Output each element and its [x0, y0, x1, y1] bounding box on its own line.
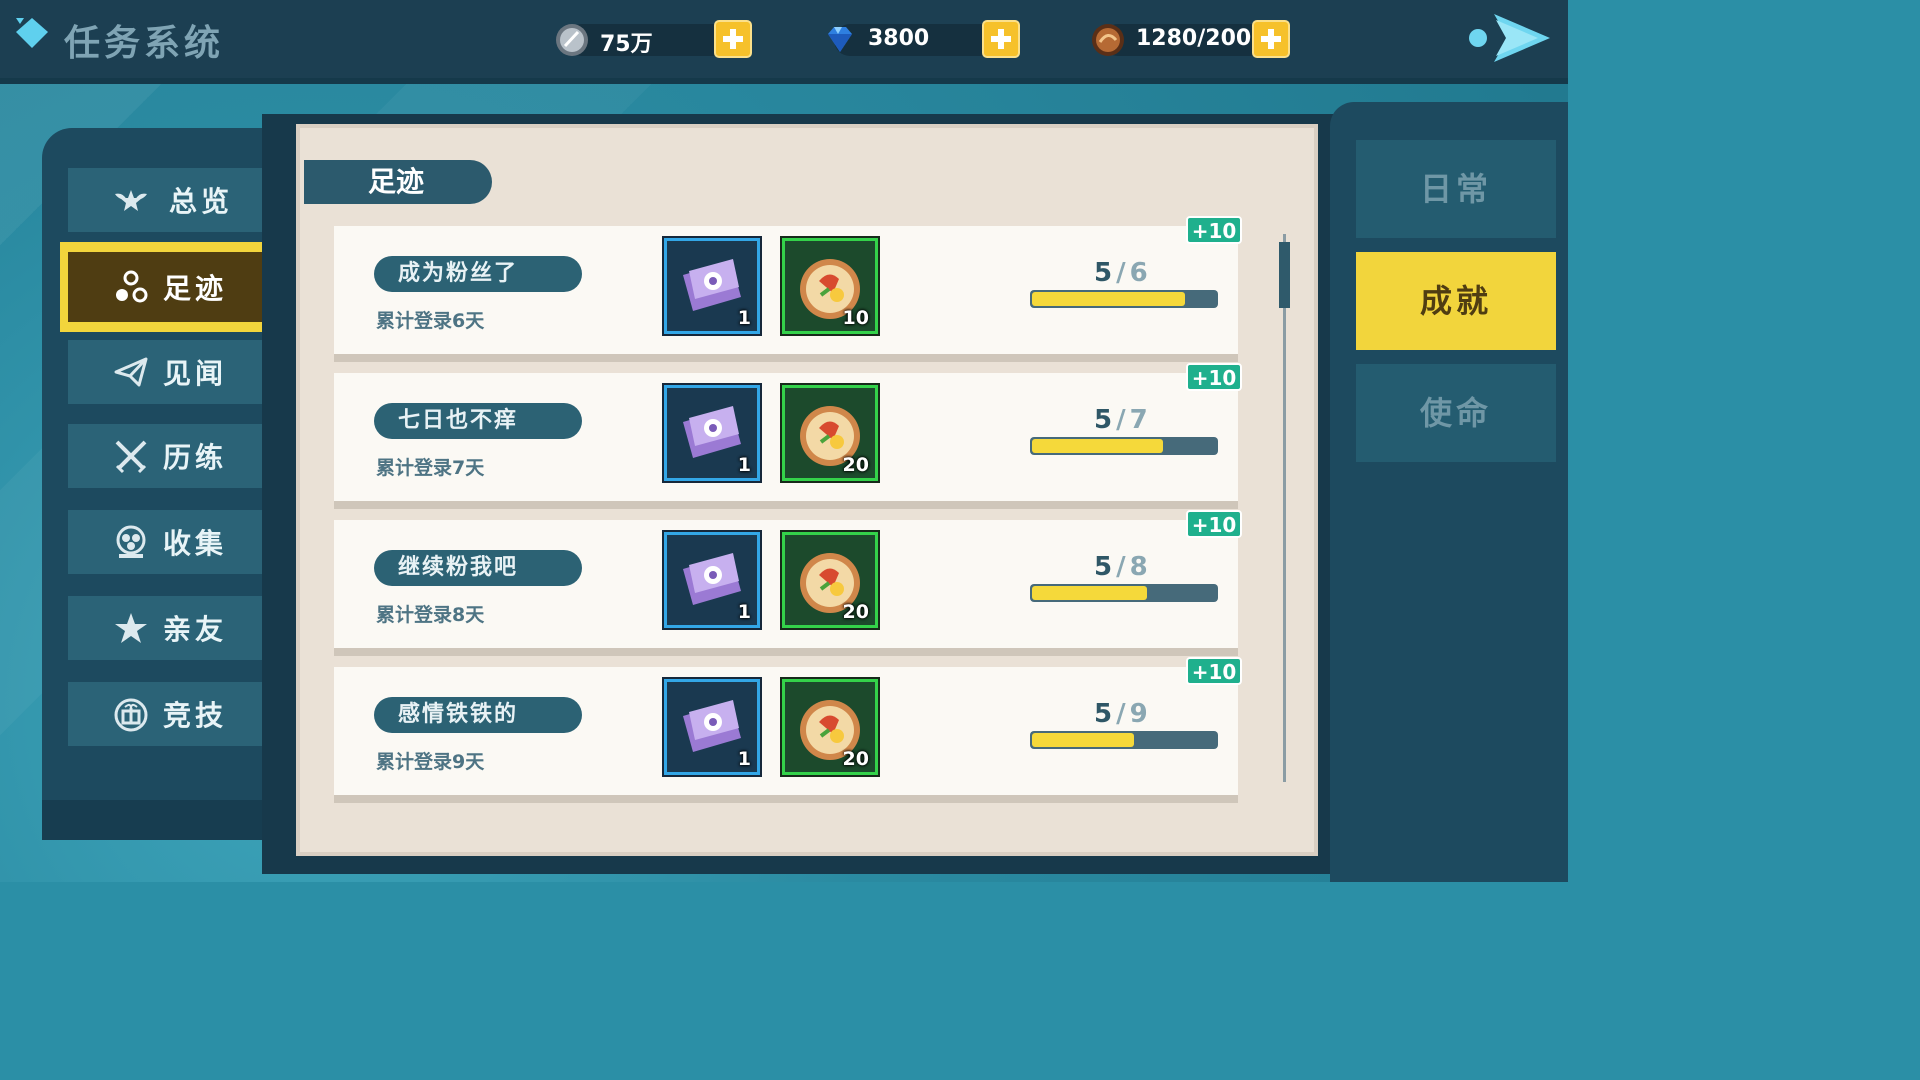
nav-label: 亲友	[162, 613, 227, 646]
reward-item[interactable]: 20	[780, 677, 880, 777]
task-desc: 累计登录8天	[376, 604, 485, 626]
nav-label: 竞技	[162, 699, 227, 732]
progress-fill	[1032, 439, 1163, 453]
progress-fill	[1032, 733, 1134, 747]
nav-friends-button[interactable]: 亲友	[68, 596, 272, 660]
progress-text: 5/6	[1094, 258, 1148, 288]
nav-overview-button[interactable]: 总览	[68, 168, 272, 232]
nav-label: 收集	[162, 527, 227, 560]
reward-item[interactable]: 1	[662, 236, 762, 336]
add-silver-button[interactable]	[714, 20, 752, 58]
nav-footprint-button[interactable]: 足迹	[60, 242, 280, 332]
reward-count: 1	[737, 307, 751, 329]
task-name: 成为粉丝了	[374, 256, 582, 292]
nav-news-button[interactable]: 见闻	[68, 340, 272, 404]
task-row[interactable]: 继续粉我吧 累计登录8天 1 20 5/8 +10	[334, 510, 1242, 656]
reward-item[interactable]: 20	[780, 530, 880, 630]
task-desc: 累计登录6天	[376, 310, 485, 332]
reward-count: 20	[842, 601, 869, 623]
gift-icon	[114, 698, 148, 732]
reward-item[interactable]: 1	[662, 383, 762, 483]
add-diamond-button[interactable]	[982, 20, 1020, 58]
nav-label: 总览	[168, 185, 233, 218]
bonus-badge: +10	[1186, 510, 1242, 538]
bonus-badge: +10	[1186, 363, 1242, 391]
progress-fill	[1032, 292, 1185, 306]
diamond-value: 3800	[868, 26, 930, 51]
nav-label: 见闻	[162, 357, 227, 390]
nav-arena-button[interactable]: 竞技	[68, 682, 272, 746]
progress-bar	[1030, 290, 1218, 308]
wings-star-icon	[114, 190, 147, 211]
paper-plane-icon	[114, 357, 148, 387]
reward-count: 20	[842, 748, 869, 770]
crossed-swords-icon	[115, 440, 147, 474]
tab-mission[interactable]: 使命	[1356, 364, 1556, 462]
reward-count: 1	[737, 601, 751, 623]
stamina-value: 1280/200	[1136, 26, 1252, 51]
diamond-logo-icon	[16, 18, 48, 48]
silver-value: 75万	[600, 32, 653, 57]
nav-label: 足迹	[162, 272, 227, 305]
left-nav-footer	[42, 800, 292, 840]
progress-bar	[1030, 584, 1218, 602]
nav-training-button[interactable]: 历练	[68, 424, 272, 488]
diamond-gem-icon	[828, 27, 852, 52]
task-name: 继续粉我吧	[374, 550, 582, 586]
reward-count: 1	[737, 748, 751, 770]
progress-text: 5/8	[1094, 552, 1148, 582]
nav-label: 历练	[162, 441, 227, 474]
progress-bar	[1030, 731, 1218, 749]
reward-count: 20	[842, 454, 869, 476]
back-arrow-icon[interactable]	[1466, 8, 1556, 66]
progress-bar	[1030, 437, 1218, 455]
scrollbar-thumb[interactable]	[1279, 242, 1290, 308]
page-title: 任务系统	[64, 23, 225, 64]
progress-text: 5/7	[1094, 405, 1148, 435]
panel-tab: 足迹	[304, 160, 492, 204]
reward-item[interactable]: 20	[780, 383, 880, 483]
bonus-badge: +10	[1186, 216, 1242, 244]
task-row[interactable]: 七日也不痒 累计登录7天 1 20 5/7 +10	[334, 363, 1242, 509]
reward-count: 10	[842, 307, 869, 329]
progress-fill	[1032, 586, 1147, 600]
reward-item[interactable]: 1	[662, 677, 762, 777]
scrollbar-track[interactable]	[1283, 234, 1286, 782]
task-name: 七日也不痒	[374, 403, 582, 439]
reward-item[interactable]: 1	[662, 530, 762, 630]
reward-count: 1	[737, 454, 751, 476]
silver-coin-icon	[556, 24, 588, 56]
nav-collect-button[interactable]: 收集	[68, 510, 272, 574]
tab-daily[interactable]: 日常	[1356, 140, 1556, 238]
bread-stamina-icon	[1092, 24, 1124, 56]
task-name: 感情铁铁的	[374, 697, 582, 733]
add-stamina-button[interactable]	[1252, 20, 1290, 58]
task-desc: 累计登录7天	[376, 457, 485, 479]
footprint-icon	[115, 270, 148, 303]
task-row[interactable]: 感情铁铁的 累计登录9天 1 20 5/9 +10	[334, 657, 1242, 803]
top-bar: 任务系统 75万 3800 1280/200	[0, 0, 1568, 84]
task-row[interactable]: 成为粉丝了 累计登录6天 1 10 5/6 +10	[334, 216, 1242, 362]
star-icon	[114, 613, 147, 643]
collection-icon	[116, 525, 146, 558]
tab-achievement[interactable]: 成就	[1356, 252, 1556, 350]
task-desc: 累计登录9天	[376, 751, 485, 773]
reward-item[interactable]: 10	[780, 236, 880, 336]
progress-text: 5/9	[1094, 699, 1148, 729]
bonus-badge: +10	[1186, 657, 1242, 685]
